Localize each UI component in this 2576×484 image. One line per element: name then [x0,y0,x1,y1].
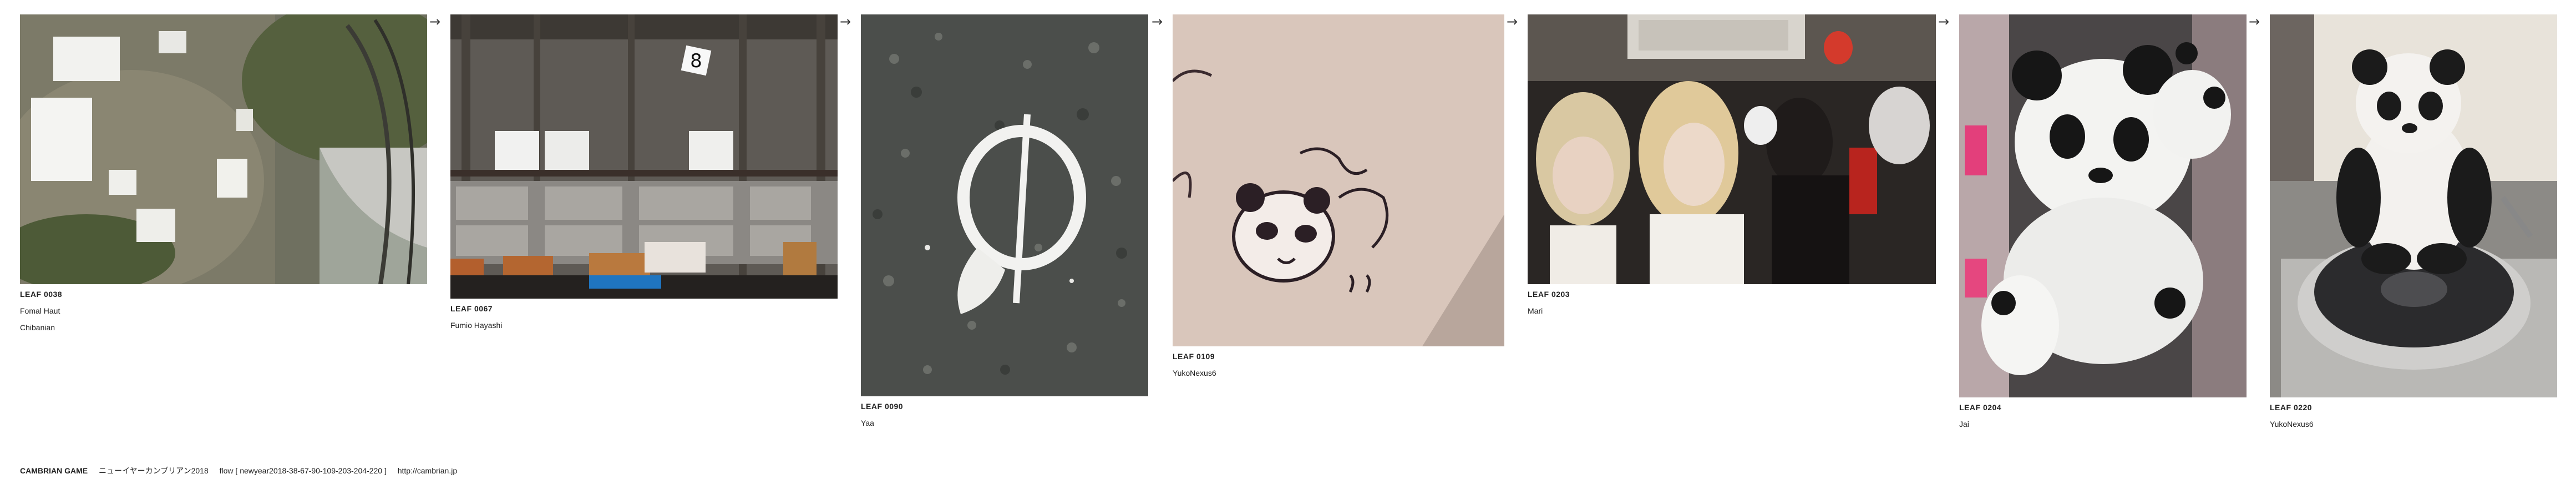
footer-brand: CAMBRIAN GAME [20,466,88,475]
leaf-author[interactable]: Fumio Hayashi [450,321,502,330]
leaf-author[interactable]: Fomal Haut [20,306,60,315]
flow-arrow-icon: → [1938,14,1950,29]
leaf-id: LEAF 0220 [2270,403,2313,412]
leaf-photo[interactable] [1528,14,1936,284]
leaf-author[interactable]: Mari [1528,306,1543,315]
footer-title: ニューイヤーカンブリアン2018 [99,466,209,475]
footer-flow: flow [ newyear2018-38-67-90-109-203-204-… [219,466,387,475]
panda-doodle-photo [1173,14,1504,346]
flow-arrow-icon: → [429,14,441,29]
leaf-photo[interactable]: 8 [450,14,838,299]
panda-turntable-photo [2270,14,2557,397]
street-crowd-photo [1528,14,1936,284]
panda-plush-photo [1959,14,2247,397]
leaf-author[interactable]: YukoNexus6 [2270,420,2314,428]
leaf-id: LEAF 0204 [1959,403,2002,412]
leaf-author[interactable]: YukoNexus6 [1173,369,1216,377]
leaf-id: LEAF 0067 [450,304,493,313]
leaf-id: LEAF 0090 [861,402,904,411]
leaf-id: LEAF 0109 [1173,352,1215,361]
flow-arrow-icon: → [1507,14,1518,29]
leaf-photo[interactable] [861,14,1148,396]
flow-arrow-icon: → [840,14,851,29]
leaf-photo[interactable] [2270,14,2557,397]
leaf-photo[interactable] [1959,14,2247,397]
flow-arrow-icon: → [2249,14,2260,29]
leaf-tag: Chibanian [20,323,55,332]
rock-wall-photo [20,14,427,284]
svg-text:8: 8 [690,50,702,72]
page-footer: CAMBRIAN GAME ニューイヤーカンブリアン2018 flow [ ne… [20,465,466,476]
warehouse-photo: 8 [450,14,838,299]
footer-url-link[interactable]: http://cambrian.jp [398,466,457,475]
leaf-photo[interactable] [20,14,427,284]
asphalt-photo [861,14,1148,396]
leaf-id: LEAF 0038 [20,290,63,299]
leaf-author[interactable]: Jai [1959,420,1969,428]
leaf-author[interactable]: Yaa [861,419,874,427]
leaf-photo[interactable] [1173,14,1504,346]
leaf-id: LEAF 0203 [1528,290,1570,299]
flow-arrow-icon: → [1152,14,1163,29]
